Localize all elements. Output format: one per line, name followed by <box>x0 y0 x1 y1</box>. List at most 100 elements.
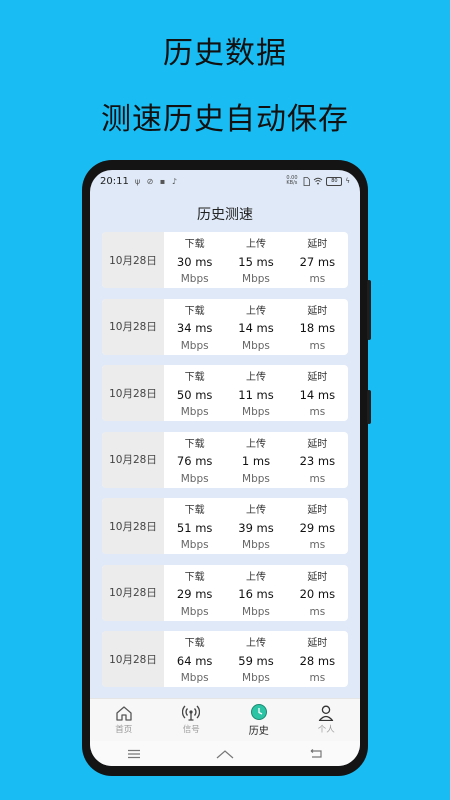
download-value: 30 ms <box>176 254 213 269</box>
history-record[interactable]: 10月28日 下载 34 ms Mbps 上传 14 ms Mbps 延时 18… <box>102 298 348 355</box>
battery-icon: 80 <box>326 176 343 186</box>
download-label: 下载 <box>184 505 205 516</box>
record-date: 10月28日 <box>102 431 164 488</box>
promo-headline: 历史数据 <box>163 36 287 71</box>
tab-history[interactable]: 历史 <box>225 699 293 741</box>
signal-icon <box>182 705 201 721</box>
bottom-tab-bar: 首页 信号 历史 个人 <box>90 698 360 741</box>
metric-latency: 延时 14 ms ms <box>287 365 348 421</box>
upload-unit: Mbps <box>242 605 270 618</box>
phone-screen: 20:11 ψ ⊘ ▪ ♪ 0.00 KB/s 80 ϟ 历史测速 10月28日… <box>90 170 360 766</box>
status-bar: 20:11 ψ ⊘ ▪ ♪ 0.00 KB/s 80 ϟ <box>90 170 360 192</box>
upload-label: 上传 <box>245 239 266 250</box>
status-time: 20:11 <box>100 175 129 187</box>
download-value: 34 ms <box>176 321 213 335</box>
metric-upload: 上传 14 ms Mbps <box>225 299 286 355</box>
record-metrics: 下载 29 ms Mbps 上传 16 ms Mbps 延时 20 ms ms <box>164 565 348 621</box>
upload-unit: Mbps <box>242 406 270 418</box>
latency-label: 延时 <box>307 438 328 450</box>
metric-latency: 延时 27 ms ms <box>287 232 348 288</box>
home-nav-icon[interactable] <box>216 749 234 759</box>
record-date: 10月28日 <box>102 631 164 687</box>
download-value: 76 ms <box>176 454 213 468</box>
history-record[interactable]: 10月28日 下载 29 ms Mbps 上传 16 ms Mbps 延时 20… <box>102 564 348 621</box>
back-icon[interactable] <box>309 748 323 759</box>
upload-unit: Mbps <box>242 339 270 352</box>
download-value: 50 ms <box>176 387 213 402</box>
upload-label: 上传 <box>245 638 266 649</box>
history-record[interactable]: 10月28日 下载 51 ms Mbps 上传 39 ms Mbps 延时 29… <box>102 498 348 554</box>
wifi-icon <box>314 177 323 185</box>
record-metrics: 下载 76 ms Mbps 上传 1 ms Mbps 延时 23 ms ms <box>164 432 348 488</box>
record-date: 10月28日 <box>102 365 164 421</box>
system-nav-bar <box>90 741 360 766</box>
latency-value: 28 ms <box>299 653 336 668</box>
latency-label: 延时 <box>307 505 328 516</box>
upload-value: 14 ms <box>238 321 274 335</box>
metric-download: 下载 76 ms Mbps <box>164 432 225 488</box>
sim-icon <box>303 176 311 186</box>
history-record[interactable]: 10月28日 下载 76 ms Mbps 上传 1 ms Mbps 延时 23 … <box>102 431 348 488</box>
menu-icon[interactable] <box>127 749 141 759</box>
download-value: 64 ms <box>176 653 213 668</box>
latency-value: 20 ms <box>299 587 336 601</box>
history-record[interactable]: 10月28日 下载 30 ms Mbps 上传 15 ms Mbps 延时 27… <box>102 232 348 288</box>
clock-icon <box>250 703 268 720</box>
phone-side-button <box>367 280 371 340</box>
upload-label: 上传 <box>245 571 266 583</box>
history-record[interactable]: 10月28日 下载 50 ms Mbps 上传 11 ms Mbps 延时 14… <box>102 365 348 421</box>
metric-download: 下载 51 ms Mbps <box>164 498 225 554</box>
battery-level: 80 <box>331 178 338 184</box>
latency-label: 延时 <box>307 638 328 649</box>
upload-unit: Mbps <box>242 273 270 285</box>
download-unit: Mbps <box>180 672 209 684</box>
network-speed: 0.00 KB/s <box>286 175 298 186</box>
promo-subheadline: 测速历史自动保存 <box>101 102 349 137</box>
tab-signal[interactable]: 信号 <box>158 699 226 741</box>
download-label: 下载 <box>184 638 205 649</box>
status-right: 0.00 KB/s 80 ϟ <box>286 176 350 186</box>
tab-profile[interactable]: 个人 <box>293 699 361 741</box>
tab-home[interactable]: 首页 <box>90 699 158 741</box>
phone-frame: 20:11 ψ ⊘ ▪ ♪ 0.00 KB/s 80 ϟ 历史测速 10月28日… <box>82 160 371 776</box>
phone-side-button <box>367 390 371 424</box>
download-label: 下载 <box>184 438 205 450</box>
latency-value: 18 ms <box>299 321 336 335</box>
upload-label: 上传 <box>245 505 266 516</box>
download-label: 下载 <box>184 372 205 383</box>
upload-unit: Mbps <box>242 672 270 684</box>
latency-value: 29 ms <box>299 520 336 535</box>
record-metrics: 下载 51 ms Mbps 上传 39 ms Mbps 延时 29 ms ms <box>164 498 348 554</box>
upload-label: 上传 <box>245 372 266 383</box>
upload-unit: Mbps <box>242 539 270 551</box>
download-unit: Mbps <box>180 605 209 618</box>
upload-value: 16 ms <box>238 587 274 601</box>
latency-value: 23 ms <box>299 454 336 468</box>
upload-value: 59 ms <box>238 653 274 668</box>
record-date: 10月28日 <box>102 564 164 621</box>
page-title: 历史测速 <box>197 207 253 223</box>
metric-latency: 延时 20 ms ms <box>287 565 348 621</box>
download-unit: Mbps <box>180 339 209 352</box>
metric-upload: 上传 39 ms Mbps <box>225 498 286 554</box>
latency-unit: ms <box>309 472 326 485</box>
latency-label: 延时 <box>307 571 328 583</box>
download-label: 下载 <box>184 305 205 317</box>
latency-label: 延时 <box>307 372 328 383</box>
tab-label: 个人 <box>317 725 335 735</box>
latency-unit: ms <box>309 339 326 352</box>
latency-unit: ms <box>309 605 326 618</box>
latency-unit: ms <box>309 539 326 551</box>
metric-upload: 上传 11 ms Mbps <box>225 365 286 421</box>
latency-value: 27 ms <box>299 254 336 269</box>
upload-label: 上传 <box>245 305 266 317</box>
metric-download: 下载 29 ms Mbps <box>164 565 225 621</box>
latency-value: 14 ms <box>299 387 336 402</box>
metric-latency: 延时 23 ms ms <box>287 432 348 488</box>
upload-unit: Mbps <box>242 472 270 485</box>
latency-label: 延时 <box>307 305 328 317</box>
history-list[interactable]: 10月28日 下载 30 ms Mbps 上传 15 ms Mbps 延时 27… <box>102 232 348 698</box>
download-unit: Mbps <box>180 472 209 485</box>
history-record[interactable]: 10月28日 下载 64 ms Mbps 上传 59 ms Mbps 延时 28… <box>102 631 348 687</box>
metric-upload: 上传 16 ms Mbps <box>225 565 286 621</box>
